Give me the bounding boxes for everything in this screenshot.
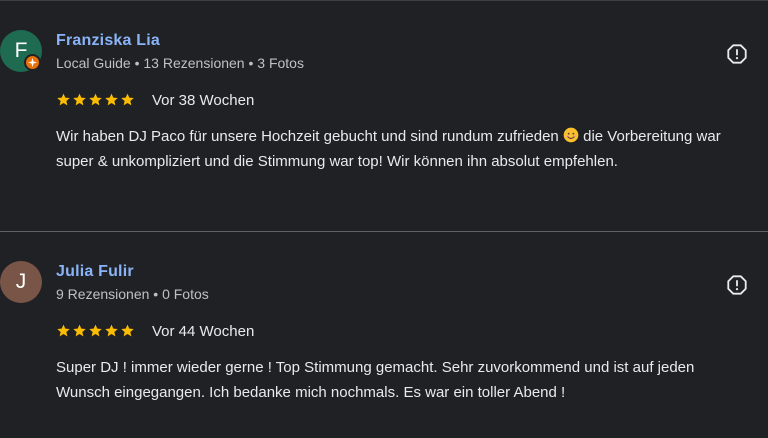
smiling-face-emoji-icon [563,127,579,143]
star-icon [105,324,118,337]
reviewer-name[interactable]: Julia Fulir [56,263,134,281]
review-card: F Franziska Lia Local Guide • 13 Rezensi… [0,1,768,231]
star-icon [105,93,118,106]
avatar[interactable]: J [0,261,42,303]
local-guide-badge-icon [24,54,41,71]
review-time: Vor 38 Wochen [152,92,255,109]
star-icon [57,324,70,337]
review-text: Wir haben DJ Paco für unsere Hochzeit ge… [56,125,736,174]
reviewer-meta: 9 Rezensionen • 0 Fotos [56,286,209,302]
star-icon [89,93,102,106]
review-text-part: Wir haben DJ Paco für unsere Hochzeit ge… [56,128,563,145]
report-octagon-icon[interactable] [726,274,748,296]
reviewer-meta: Local Guide • 13 Rezensionen • 3 Fotos [56,55,304,71]
review-time: Vor 44 Wochen [152,323,255,340]
star-icon [89,324,102,337]
avatar-initial: J [15,270,27,293]
star-icon [121,324,134,337]
reviewer-name[interactable]: Franziska Lia [56,32,160,50]
star-rating [56,323,135,338]
star-icon [121,93,134,106]
report-octagon-icon[interactable] [726,43,748,65]
star-rating [56,92,135,107]
star-icon [73,324,86,337]
star-icon [57,93,70,106]
reviews-panel: F Franziska Lia Local Guide • 13 Rezensi… [0,0,768,438]
star-icon [73,93,86,106]
review-text: Super DJ ! immer wieder gerne ! Top Stim… [56,359,695,401]
review-card: J Julia Fulir 9 Rezensionen • 0 Fotos Vo… [0,232,768,438]
